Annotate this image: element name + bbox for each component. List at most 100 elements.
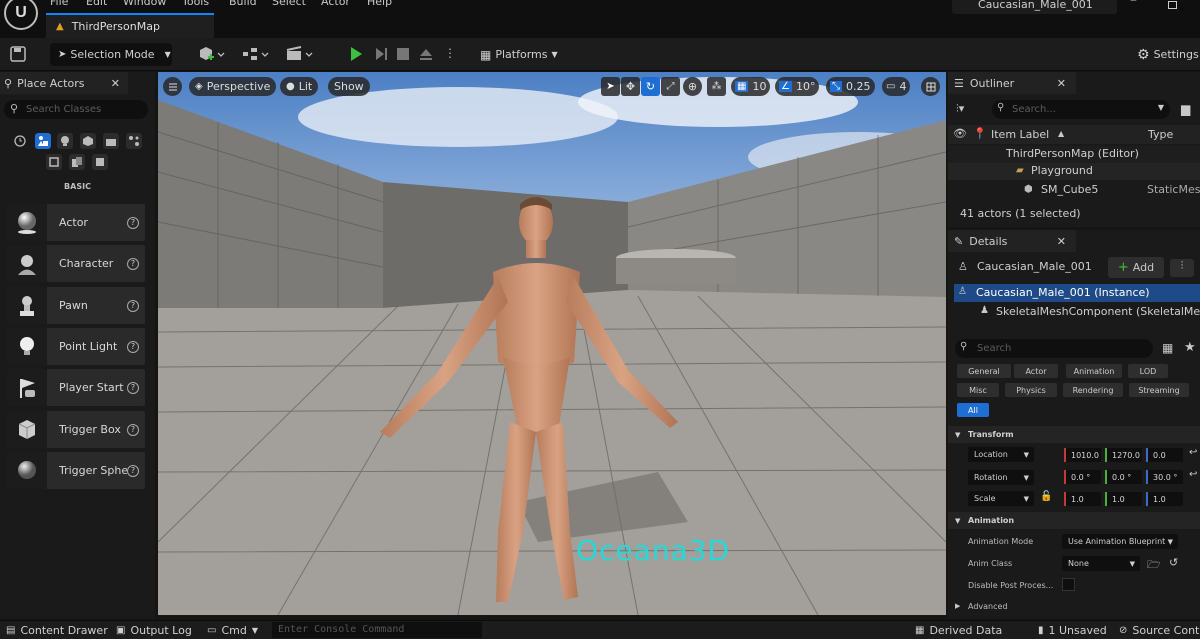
filter-icon[interactable]: ⫶▾: [956, 102, 964, 116]
filter-actor[interactable]: Actor: [1014, 364, 1058, 378]
actor-item-point-light[interactable]: Point Light ?: [7, 328, 145, 365]
translate-tool-icon[interactable]: ✥: [621, 77, 640, 96]
unreal-logo-icon[interactable]: U: [4, 0, 38, 30]
filter-streaming[interactable]: Streaming: [1129, 383, 1189, 397]
level-tab[interactable]: ▲ ThirdPersonMap: [46, 13, 214, 38]
content-drawer-button[interactable]: ▤ Content Drawer: [6, 624, 108, 637]
table-row[interactable]: ⬢ SM_Cube5 StaticMes: [948, 182, 1200, 199]
blueprint-icon[interactable]: [242, 46, 270, 62]
basic-category-icon[interactable]: [35, 133, 51, 149]
location-x-field[interactable]: 1010.0: [1064, 448, 1101, 462]
cmd-dropdown[interactable]: ▭ Cmd ▼: [207, 624, 258, 637]
console-command-input[interactable]: Enter Console Command: [272, 622, 482, 638]
show-button[interactable]: Show: [328, 77, 370, 96]
help-icon[interactable]: ?: [127, 381, 139, 394]
platforms-dropdown[interactable]: ▦ Platforms ▼: [480, 43, 558, 66]
tab-place-actors[interactable]: ⚲ Place Actors ✕: [0, 72, 128, 94]
surface-snap-icon[interactable]: ⁂: [707, 77, 726, 96]
help-icon[interactable]: ?: [127, 423, 139, 436]
rotation-x-field[interactable]: 0.0 °: [1064, 470, 1101, 484]
filter-lod[interactable]: LOD: [1128, 364, 1168, 378]
actor-item-pawn[interactable]: Pawn ?: [7, 287, 145, 324]
help-icon[interactable]: ?: [127, 216, 139, 229]
location-y-field[interactable]: 1270.0: [1105, 448, 1142, 462]
visual-effects-category-icon[interactable]: [126, 133, 142, 149]
disable-post-process-checkbox[interactable]: [1062, 578, 1075, 591]
scale-dropdown[interactable]: Scale ▼: [968, 491, 1034, 506]
actor-item-player-start[interactable]: Player Start ?: [7, 369, 145, 406]
help-icon[interactable]: ?: [127, 464, 139, 477]
scale-tool-icon[interactable]: ⤢: [661, 77, 680, 96]
rotation-dropdown[interactable]: Rotation ▼: [968, 470, 1034, 485]
minimize-icon[interactable]: –: [1130, 0, 1137, 8]
property-matrix-icon[interactable]: ▦: [1162, 341, 1173, 355]
menu-actor[interactable]: Actor: [321, 0, 350, 8]
menu-help[interactable]: Help: [367, 0, 392, 8]
perspective-button[interactable]: ◈ Perspective: [189, 77, 277, 96]
table-row[interactable]: ThirdPersonMap (Editor): [948, 146, 1200, 163]
scale-z-field[interactable]: 1.0: [1146, 492, 1183, 506]
world-space-icon[interactable]: ⊕: [683, 77, 702, 96]
select-tool-icon[interactable]: ➤: [601, 77, 620, 96]
reset-circle-icon[interactable]: ↺: [1169, 556, 1178, 569]
view-mode-button[interactable]: ● Lit: [280, 77, 319, 96]
actor-item-actor[interactable]: Actor ?: [7, 204, 145, 241]
settings-button[interactable]: ⚙ Settings: [1137, 43, 1199, 66]
derived-data-button[interactable]: ▦ Derived Data: [915, 624, 1002, 637]
anim-mode-dropdown[interactable]: Use Animation Blueprint ▼: [1062, 534, 1178, 549]
tab-outliner[interactable]: ☰ Outliner ✕: [948, 72, 1076, 94]
level-viewport[interactable]: ◈ Perspective ● Lit Show ➤ ✥ ↻ ⤢ ⊕ ⁂ ▦ 1…: [158, 72, 946, 615]
restore-icon[interactable]: [1168, 1, 1177, 9]
table-row[interactable]: ▰ Playground: [948, 163, 1200, 180]
filter-animation[interactable]: Animation: [1066, 364, 1122, 378]
stop-icon[interactable]: [396, 47, 410, 61]
filter-misc[interactable]: Misc: [957, 383, 999, 397]
lights-category-icon[interactable]: [57, 133, 73, 149]
rotation-snap-button[interactable]: ∠ 10°: [775, 77, 820, 96]
search-classes-input[interactable]: ⚲ Search Classes: [4, 100, 148, 119]
recent-icon[interactable]: [12, 133, 28, 149]
save-icon[interactable]: [10, 46, 26, 62]
visibility-icon[interactable]: 👁: [953, 127, 967, 140]
close-icon[interactable]: ✕: [1057, 77, 1066, 90]
selection-mode-dropdown[interactable]: ➤ Selection Mode ▼: [50, 43, 172, 66]
reset-arrow-icon[interactable]: ↩: [1189, 469, 1197, 480]
location-dropdown[interactable]: Location ▼: [968, 447, 1034, 462]
menu-edit[interactable]: Edit: [86, 0, 107, 8]
step-icon[interactable]: [373, 46, 389, 62]
column-type[interactable]: Type: [1148, 128, 1173, 141]
viewport-menu-icon[interactable]: [163, 77, 182, 96]
menu-window[interactable]: Window: [123, 0, 166, 8]
reset-arrow-icon[interactable]: ↩: [1189, 447, 1197, 458]
close-icon[interactable]: ✕: [1057, 235, 1066, 248]
help-icon[interactable]: ?: [127, 299, 139, 312]
grid-snap-button[interactable]: ▦ 10: [731, 77, 771, 96]
lock-icon[interactable]: 🔓: [1040, 491, 1052, 502]
filter-physics[interactable]: Physics: [1005, 383, 1057, 397]
component-row-skeletal-mesh[interactable]: ♟ SkeletalMeshComponent (SkeletalMeshC: [954, 303, 1200, 321]
filter-rendering[interactable]: Rendering: [1063, 383, 1123, 397]
close-icon[interactable]: ✕: [111, 77, 120, 90]
add-folder-icon[interactable]: ▆: [1181, 102, 1190, 116]
maximize-viewport-icon[interactable]: [921, 77, 940, 96]
shapes-category-icon[interactable]: [80, 133, 96, 149]
anim-class-dropdown[interactable]: None ▼: [1062, 556, 1140, 571]
scale-y-field[interactable]: 1.0: [1105, 492, 1142, 506]
add-component-button[interactable]: + Add: [1108, 257, 1164, 278]
location-z-field[interactable]: 0.0: [1146, 448, 1183, 462]
actor-item-trigger-sphere[interactable]: Trigger Sphe ?: [7, 452, 145, 489]
browse-folder-icon[interactable]: 🗁: [1147, 556, 1161, 575]
column-item-label[interactable]: Item Label: [991, 128, 1049, 141]
play-icon[interactable]: [348, 46, 364, 62]
details-search-input[interactable]: ⚲ Search: [955, 339, 1153, 358]
menu-tools[interactable]: Tools: [182, 0, 209, 8]
geometry-category-icon[interactable]: [92, 154, 108, 170]
outliner-search-input[interactable]: ⚲ Search... ▼: [992, 100, 1170, 119]
component-row-instance[interactable]: ♙ Caucasian_Male_001 (Instance): [954, 284, 1200, 302]
tab-details[interactable]: ✎ Details ✕: [948, 230, 1076, 252]
pin-icon[interactable]: 📍: [973, 127, 987, 140]
camera-speed-button[interactable]: ▭ 4: [882, 77, 911, 96]
blueprint-options-icon[interactable]: ⫶: [1170, 259, 1194, 277]
advanced-label[interactable]: Advanced: [968, 602, 1008, 611]
actor-item-character[interactable]: Character ?: [7, 245, 145, 282]
